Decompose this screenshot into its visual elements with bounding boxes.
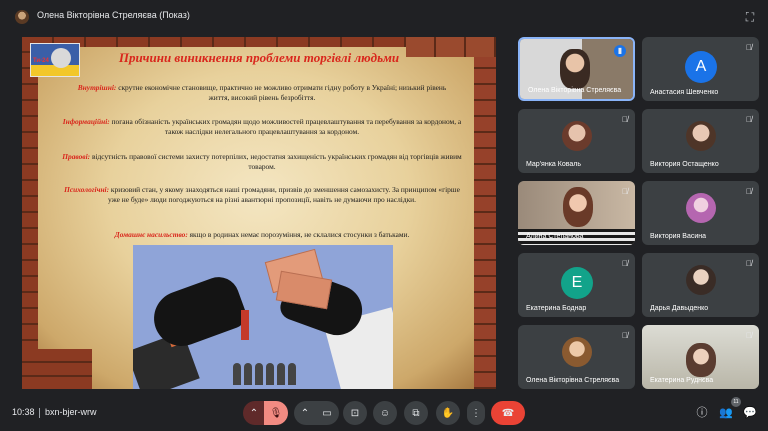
participant-tile[interactable]: 🎙̸ Виктория Васина bbox=[642, 181, 759, 245]
presenter-avatar bbox=[15, 10, 29, 24]
participant-name: Екатерина Боднар bbox=[526, 305, 587, 312]
info-icon: ⓘ bbox=[696, 407, 708, 419]
participant-tile[interactable]: А 🎙̸ Анастасия Шевченко bbox=[642, 37, 759, 101]
avatar bbox=[686, 265, 716, 295]
clock: 10:38 bbox=[12, 407, 35, 417]
hand-icon: ✋ bbox=[441, 407, 455, 419]
participant-name: Олена Вікторівна Стреляєва bbox=[528, 87, 622, 94]
avatar bbox=[686, 121, 716, 151]
chat-button[interactable]: 💬 bbox=[742, 405, 758, 421]
people-button[interactable]: 👥 bbox=[718, 405, 734, 421]
divider bbox=[39, 408, 40, 418]
participant-tile[interactable]: 🎙̸ Виктория Остащенко bbox=[642, 109, 759, 173]
mic-off-icon: 🎙̸ bbox=[622, 331, 628, 340]
emoji-icon: ☺ bbox=[379, 407, 391, 419]
participant-name: Екатерина Руднєва bbox=[650, 377, 714, 384]
chat-icon: 💬 bbox=[743, 407, 757, 419]
participant-name: Мар'янка Коваль bbox=[526, 161, 581, 168]
participant-name: Алина Степанова bbox=[526, 233, 584, 240]
avatar bbox=[686, 193, 716, 223]
chevron-up-icon: ⌃ bbox=[300, 407, 310, 419]
participant-tile[interactable]: Е 🎙̸ Екатерина Боднар bbox=[518, 253, 635, 317]
participant-tile[interactable]: 🎙̸ Дарья Давыденко bbox=[642, 253, 759, 317]
avatar: Е bbox=[561, 267, 593, 299]
slide-paragraph: Психологічні: кризовий стан, у якому зна… bbox=[64, 185, 460, 204]
camera-button[interactable]: ▭ bbox=[315, 401, 339, 425]
meeting-info-button[interactable]: ⓘ bbox=[694, 405, 710, 421]
participants-count-badge: 11 bbox=[731, 397, 741, 407]
more-vert-icon: ⋮ bbox=[471, 407, 481, 419]
mic-off-icon: 🎙 bbox=[269, 407, 283, 419]
slide-illustration bbox=[133, 245, 393, 389]
slide-paragraph: Інформаційні: погана обізнаність українс… bbox=[62, 117, 462, 136]
brick-decoration bbox=[474, 37, 496, 389]
participant-tile[interactable]: 🎙̸ Алина Степанова bbox=[518, 181, 635, 245]
video-options-button[interactable]: ⌃ bbox=[294, 401, 316, 425]
slide-paragraph: Домашнє насильство: якщо в родинах немає… bbox=[114, 230, 410, 239]
participant-name: Виктория Васина bbox=[650, 233, 707, 240]
brick-decoration bbox=[22, 37, 38, 389]
participant-name: Олена Вікторівна Стреляєва bbox=[526, 377, 620, 384]
camera-icon: ▭ bbox=[322, 407, 332, 419]
microphone-button[interactable]: 🎙 bbox=[264, 401, 288, 425]
mic-off-icon: 🎙̸ bbox=[746, 187, 752, 196]
captions-icon: ⊡ bbox=[350, 407, 360, 419]
mic-off-icon: 🎙̸ bbox=[746, 115, 752, 124]
presentation-title: Олена Вікторівна Стреляєва (Показ) bbox=[37, 10, 190, 20]
present-button[interactable]: ⧉ bbox=[404, 401, 428, 425]
emoji-button[interactable]: ☺ bbox=[373, 401, 397, 425]
top-bar: Олена Вікторівна Стреляєва (Показ) ⛶ bbox=[0, 0, 768, 34]
people-icon: 👥 bbox=[719, 407, 733, 419]
participant-name: Анастасия Шевченко bbox=[650, 89, 719, 96]
slide-title: Причини виникнення проблеми торгівлі люд… bbox=[118, 50, 400, 65]
avatar bbox=[562, 337, 592, 367]
participant-name: Дарья Давыденко bbox=[650, 305, 709, 312]
audio-options-button[interactable]: ⌃ bbox=[243, 401, 265, 425]
captions-button[interactable]: ⊡ bbox=[343, 401, 367, 425]
presentation-slide: Ти-24 Причини виникнення проблеми торгів… bbox=[22, 37, 496, 389]
present-icon: ⧉ bbox=[412, 407, 420, 419]
fullscreen-icon[interactable]: ⛶ bbox=[742, 9, 758, 25]
slide-paragraph: Правові: відсутність правової системи за… bbox=[62, 152, 462, 171]
bottom-toolbar: 10:38 bxn-bjer-wrw ⌃ 🎙 ⌃ ▭ ⊡ ☺ ⧉ ✋ ⋮ ☎ ⓘ… bbox=[0, 395, 768, 431]
participant-tile[interactable]: ▮ Олена Вікторівна Стреляєва bbox=[518, 37, 635, 101]
participant-tile[interactable]: 🎙̸ Екатерина Руднєва bbox=[642, 325, 759, 389]
avatar bbox=[562, 121, 592, 151]
speaking-indicator-icon: ▮ bbox=[614, 45, 626, 57]
avatar: А bbox=[685, 51, 717, 83]
mic-off-icon: 🎙̸ bbox=[746, 43, 752, 52]
meeting-code: bxn-bjer-wrw bbox=[45, 407, 97, 417]
more-options-button[interactable]: ⋮ bbox=[467, 401, 485, 425]
mic-off-icon: 🎙̸ bbox=[622, 187, 628, 196]
brick-decoration bbox=[22, 349, 92, 389]
slide-paragraph: Внутрішні: скрутне економічне становище,… bbox=[77, 83, 447, 102]
mic-off-icon: 🎙̸ bbox=[622, 259, 628, 268]
end-call-button[interactable]: ☎ bbox=[491, 401, 525, 425]
participant-name: Виктория Остащенко bbox=[650, 161, 719, 168]
mic-off-icon: 🎙̸ bbox=[746, 259, 752, 268]
phone-hangup-icon: ☎ bbox=[501, 407, 515, 419]
mic-off-icon: 🎙̸ bbox=[746, 331, 752, 340]
participant-tile[interactable]: 🎙̸ Мар'янка Коваль bbox=[518, 109, 635, 173]
participant-tile[interactable]: 🎙̸ Олена Вікторівна Стреляєва bbox=[518, 325, 635, 389]
raise-hand-button[interactable]: ✋ bbox=[436, 401, 460, 425]
chevron-up-icon: ⌃ bbox=[249, 407, 259, 419]
mic-off-icon: 🎙̸ bbox=[622, 115, 628, 124]
